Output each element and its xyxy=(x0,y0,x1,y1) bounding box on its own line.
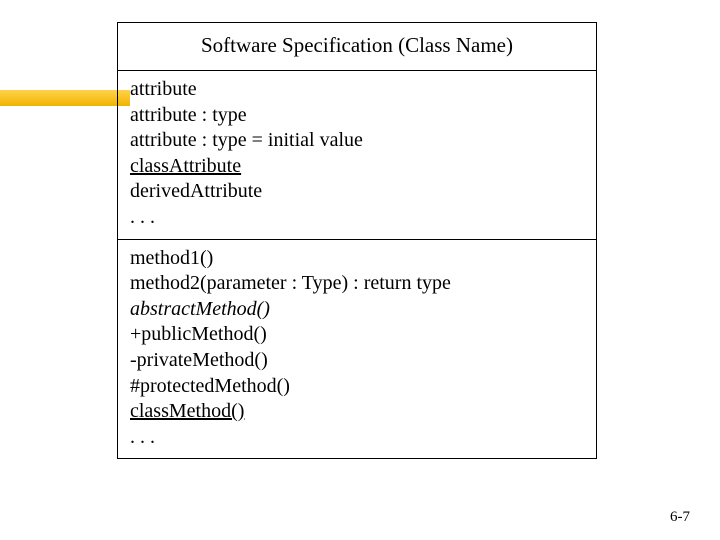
derived-attribute-line: derivedAttribute xyxy=(130,179,584,205)
ellipsis-line: . . . xyxy=(130,205,584,231)
abstract-method-line: abstractMethod() xyxy=(130,297,584,323)
attribute-line: attribute : type = initial value xyxy=(130,128,584,154)
ellipsis-line: . . . xyxy=(130,425,584,451)
method-line: method2(parameter : Type) : return type xyxy=(130,271,584,297)
public-method-line: +publicMethod() xyxy=(130,322,584,348)
page-number: 6-7 xyxy=(670,509,690,526)
private-method-line: -privateMethod() xyxy=(130,348,584,374)
uml-class-box: Software Specification (Class Name) attr… xyxy=(117,22,597,459)
slide-page: Software Specification (Class Name) attr… xyxy=(0,0,720,540)
method-line: method1() xyxy=(130,246,584,272)
protected-method-line: #protectedMethod() xyxy=(130,374,584,400)
class-attribute-line: classAttribute xyxy=(130,154,584,180)
attribute-line: attribute : type xyxy=(130,103,584,129)
attribute-line: attribute xyxy=(130,77,584,103)
accent-bar xyxy=(0,90,130,106)
methods-compartment: method1() method2(parameter : Type) : re… xyxy=(118,240,596,459)
class-name-compartment: Software Specification (Class Name) xyxy=(118,23,596,71)
class-method-line: classMethod() xyxy=(130,399,584,425)
attributes-compartment: attribute attribute : type attribute : t… xyxy=(118,71,596,240)
class-name: Software Specification (Class Name) xyxy=(201,33,513,57)
